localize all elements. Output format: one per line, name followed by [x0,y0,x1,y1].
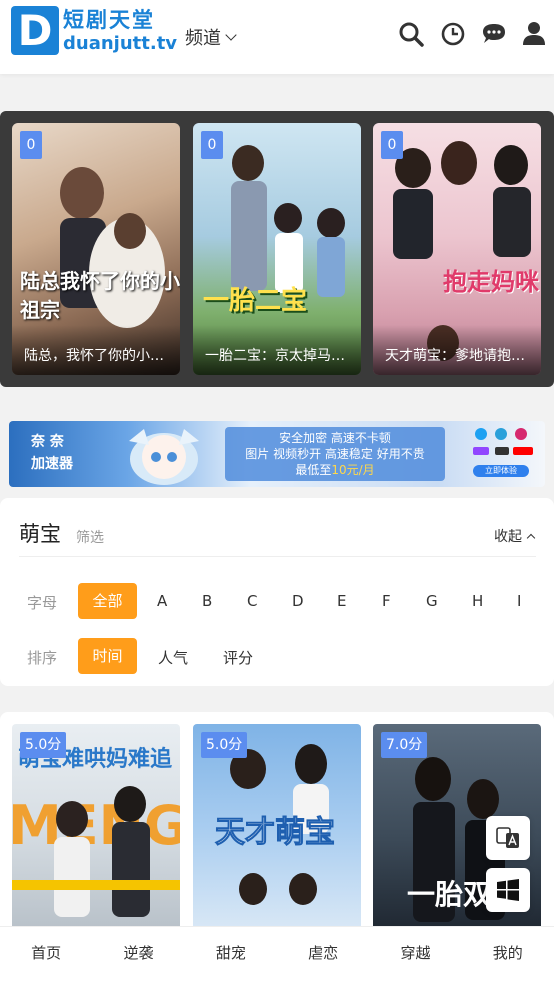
carousel-slide[interactable]: 陆总我怀了你的小祖宗 0 陆总，我怀了你的小祖宗 [12,123,180,375]
banner-price: 10元/月 [331,463,375,477]
banner-promo-box: 安全加密 高速不卡顿 图片 视频秒开 高速稳定 好用不贵 最低至10元/月 [225,427,445,481]
logo-title: 短剧天堂 [63,7,155,32]
nav-time-travel[interactable]: 穿越 [369,927,461,984]
letter-option[interactable]: C [247,592,257,610]
divider [19,556,536,557]
banner-price-prefix: 最低至 [295,463,332,477]
rating-badge: 5.0分 [201,732,248,758]
letter-option[interactable]: D [292,592,304,610]
svg-text:MENG: MENG [12,794,180,857]
banner-brand-line1: 奈 奈 [31,434,64,450]
letter-option[interactable]: B [202,592,212,610]
rating-badge: 5.0分 [20,732,67,758]
letter-option[interactable]: E [337,592,346,610]
nav-mine[interactable]: 我的 [462,927,554,984]
nav-sweet-romance[interactable]: 甜宠 [185,927,277,984]
sort-option-time[interactable]: 时间 [78,638,137,674]
carousel-slide[interactable]: 抱走妈咪 0 天才萌宝：爹地请抱走妈咪 [373,123,541,375]
collapse-label: 收起 [494,529,522,545]
letter-option[interactable]: I [517,592,521,610]
top-header: D 短剧天堂 duanjutt.tv 频道 [0,0,554,74]
episode-badge: 0 [201,131,223,159]
chevron-down-icon [225,29,237,41]
logo-mark: D [11,6,59,55]
poster-title: 陆总我怀了你的小祖宗 [20,269,180,322]
logo-domain: duanjutt.tv [63,32,178,54]
site-logo[interactable]: D 短剧天堂 duanjutt.tv [11,6,177,55]
history-clock-icon[interactable] [439,20,467,48]
episode-badge: 0 [381,131,403,159]
anime-mascot-image [129,429,199,485]
banner-cta-button[interactable]: 立即体验 [473,465,529,477]
rating-badge: 7.0分 [381,732,428,758]
carousel-slide[interactable]: 一胎二宝 0 一胎二宝：京太掉马99天 [193,123,361,375]
letter-filter-label: 字母 [27,594,58,612]
featured-carousel: 陆总我怀了你的小祖宗 0 陆总，我怀了你的小祖宗 一胎二宝 0 一胎二宝：京太掉… [0,111,554,387]
letter-option[interactable]: A [157,592,167,610]
collapse-toggle[interactable]: 收起 [494,526,536,546]
chevron-up-icon [526,533,536,543]
video-card[interactable]: 萌宝难哄妈难追 MENG 5.0分 [12,724,180,934]
translate-button[interactable] [486,816,530,860]
slide-caption: 一胎二宝：京太掉马99天 [193,325,361,375]
letter-option[interactable]: F [382,592,391,610]
video-card[interactable]: 天才萌宝 5.0分 [193,724,361,934]
episode-badge: 0 [20,131,42,159]
user-icon[interactable] [520,20,548,48]
banner-line1: 安全加密 高速不卡顿 [279,431,391,445]
search-icon[interactable] [397,20,425,48]
channel-label: 频道 [185,28,221,49]
slide-caption: 天才萌宝：爹地请抱走妈咪 [373,325,541,375]
ad-banner[interactable]: 奈 奈 加速器 安全加密 高速不卡顿 图片 视频秒开 高速稳定 好用不贵 最低至… [9,421,545,487]
banner-line2: 图片 视频秒开 高速稳定 好用不贵 [245,447,425,461]
banner-platforms: 立即体验 [467,425,539,483]
windows-button[interactable] [486,868,530,912]
translate-icon [496,827,519,848]
poster-title: 一胎二宝 [203,286,308,316]
letter-option-all[interactable]: 全部 [78,583,137,619]
poster-title: 抱走妈咪 [443,268,539,296]
sort-option-rating[interactable]: 评分 [223,647,253,668]
letter-option[interactable]: G [426,592,438,610]
filter-panel: 萌宝 筛选 收起 字母 全部 A B C D E F G H I 排序 时间 人… [0,498,554,686]
nav-heartbreak[interactable]: 虐恋 [277,927,369,984]
nav-home[interactable]: 首页 [0,927,92,984]
message-icon[interactable] [480,20,508,48]
filter-subtitle: 筛选 [76,530,104,546]
windows-icon [497,879,519,901]
social-platform-icons [473,428,533,455]
nav-counterattack[interactable]: 逆袭 [92,927,184,984]
poster-title: 天才萌宝 [215,815,335,850]
category-title: 萌宝 [19,522,61,546]
sort-label: 排序 [27,649,58,667]
letter-option[interactable]: H [472,592,483,610]
bottom-navigation: 首页 逆袭 甜宠 虐恋 穿越 我的 [0,926,554,984]
channel-dropdown[interactable]: 频道 [185,24,237,50]
sort-option-popularity[interactable]: 人气 [158,647,188,668]
banner-brand-line2: 加速器 [31,456,73,472]
slide-caption: 陆总，我怀了你的小祖宗 [12,325,180,375]
